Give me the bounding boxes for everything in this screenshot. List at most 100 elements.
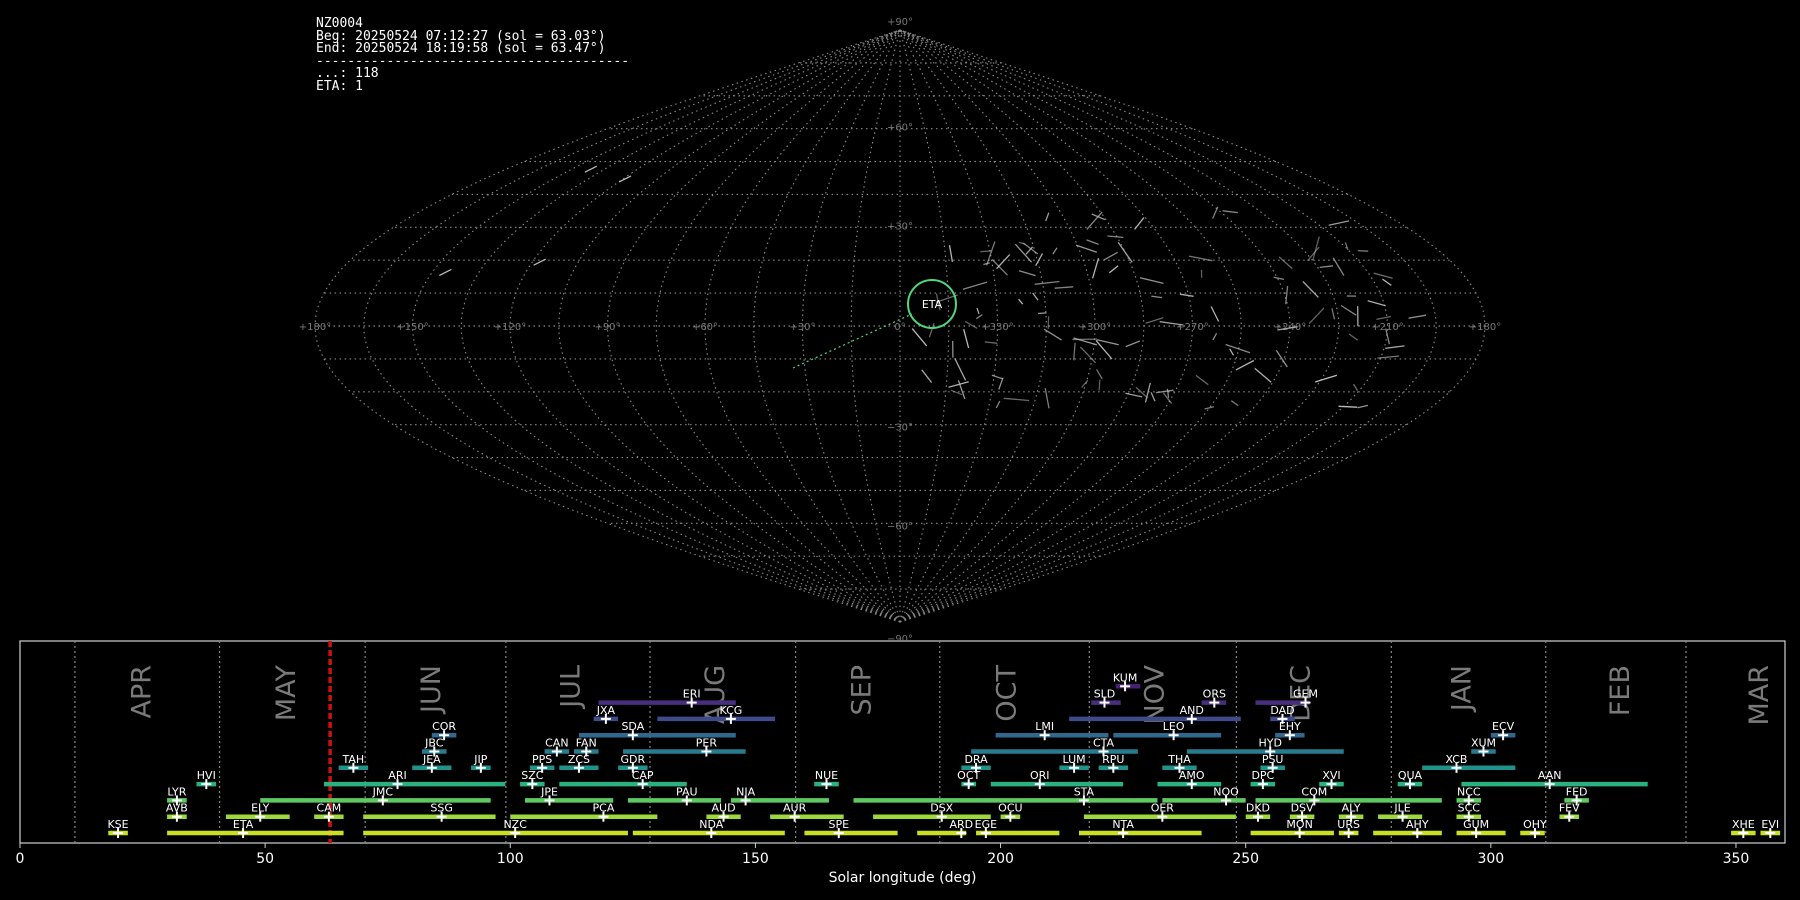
shower-gum[interactable]: GUM: [1456, 818, 1506, 838]
shower-gem[interactable]: GEM: [1255, 688, 1318, 708]
shower-fed[interactable]: FED: [1564, 785, 1589, 806]
shower-avb[interactable]: AVB: [166, 802, 188, 822]
shower-jip[interactable]: JIP: [471, 753, 491, 773]
shower-jxa[interactable]: JXA: [593, 704, 619, 724]
shower-kse[interactable]: KSE: [107, 818, 129, 838]
shower-kcg[interactable]: KCG: [657, 704, 776, 724]
shower-kum[interactable]: KUM: [1113, 671, 1141, 692]
shower-jle[interactable]: JLE: [1378, 802, 1423, 822]
shower-leo[interactable]: LEO: [1113, 720, 1222, 741]
shower-xcb[interactable]: XCB: [1422, 753, 1516, 773]
shower-pps[interactable]: PPS: [529, 753, 555, 773]
shower-ard[interactable]: ARD: [917, 818, 973, 838]
shower-fan[interactable]: FAN: [574, 737, 599, 757]
month-label: AUG: [700, 665, 731, 724]
shower-szc[interactable]: SZC: [520, 769, 545, 790]
shower-jpe[interactable]: JPE: [524, 785, 614, 806]
shower-dkd[interactable]: DKD: [1245, 802, 1271, 822]
shower-cor[interactable]: COR: [431, 720, 457, 741]
shower-aan[interactable]: AAN: [1461, 769, 1648, 790]
shower-dsx[interactable]: DSX: [873, 802, 991, 822]
shower-aud[interactable]: AUD: [706, 802, 741, 822]
sporadic-meteor-trail: [1034, 280, 1060, 285]
shower-jea[interactable]: JEA: [412, 753, 452, 773]
shower-ege[interactable]: EGE: [975, 818, 1060, 838]
shower-ecv[interactable]: ECV: [1490, 720, 1516, 741]
shower-ncc[interactable]: NCC: [1456, 785, 1482, 806]
shower-zcs[interactable]: ZCS: [559, 753, 599, 773]
shower-eri[interactable]: ERI: [598, 688, 736, 708]
shower-rpu[interactable]: RPU: [1098, 753, 1129, 773]
shower-mon[interactable]: MON: [1250, 818, 1334, 838]
shower-nue[interactable]: NUE: [814, 769, 839, 790]
shower-lum[interactable]: LUM: [1059, 753, 1089, 773]
shower-sld[interactable]: SLD: [1091, 688, 1121, 708]
shower-xvi[interactable]: XVI: [1319, 769, 1344, 790]
shower-dpc[interactable]: DPC: [1250, 769, 1276, 790]
shower-gdr[interactable]: GDR: [618, 753, 648, 773]
shower-nda[interactable]: NDA: [632, 818, 785, 838]
shower-code-label: PER: [696, 737, 718, 750]
sporadic-meteor-trail: [584, 165, 598, 173]
shower-lyr[interactable]: LYR: [167, 785, 187, 806]
radiant-marker[interactable]: ETA: [792, 279, 957, 369]
shower-pau[interactable]: PAU: [627, 785, 722, 806]
shower-pca[interactable]: PCA: [510, 802, 658, 822]
shower-nta[interactable]: NTA: [1079, 818, 1202, 838]
shower-jmc[interactable]: JMC: [260, 785, 491, 806]
shower-jbc[interactable]: JBC: [422, 737, 447, 757]
shower-tha[interactable]: THA: [1162, 753, 1197, 773]
shower-ely[interactable]: ELY: [225, 802, 290, 822]
shower-code-label: GEM: [1293, 688, 1318, 701]
shower-hyd[interactable]: HYD: [1186, 737, 1344, 757]
shower-cta[interactable]: CTA: [971, 737, 1138, 757]
shower-nia[interactable]: NIA: [730, 785, 829, 806]
shower-ohy[interactable]: OHY: [1520, 818, 1547, 838]
shower-ssg[interactable]: SSG: [363, 802, 496, 822]
shower-code-label: GDR: [621, 753, 646, 766]
shower-per[interactable]: PER: [623, 737, 746, 757]
shower-can[interactable]: CAN: [544, 737, 570, 757]
sporadic-meteor-trail: [1377, 355, 1400, 359]
shower-noo[interactable]: NOO: [1162, 785, 1246, 806]
shower-urs[interactable]: URS: [1337, 818, 1360, 838]
shower-dra[interactable]: DRA: [961, 753, 991, 773]
shower-xum[interactable]: XUM: [1471, 737, 1496, 757]
shower-xhe[interactable]: XHE: [1731, 818, 1756, 838]
shower-ahy[interactable]: AHY: [1373, 818, 1442, 838]
shower-aly[interactable]: ALY: [1338, 802, 1364, 822]
shower-spe[interactable]: SPE: [804, 818, 898, 838]
shower-ehy[interactable]: EHY: [1275, 720, 1305, 741]
shower-aur[interactable]: AUR: [770, 802, 844, 822]
shower-code-label: FAN: [576, 737, 597, 750]
shower-psu[interactable]: PSU: [1260, 753, 1285, 773]
shower-cam[interactable]: CAM: [314, 802, 344, 822]
x-tick-label: 50: [256, 851, 274, 867]
shower-dad[interactable]: DAD: [1270, 704, 1295, 724]
shower-tah[interactable]: TAH: [338, 753, 369, 773]
shower-oer[interactable]: OER: [1083, 802, 1236, 822]
shower-ari[interactable]: ARI: [323, 769, 506, 790]
shower-dsv[interactable]: DSV: [1289, 802, 1315, 822]
shower-ors[interactable]: ORS: [1201, 688, 1227, 708]
shower-fev[interactable]: FEV: [1559, 802, 1580, 822]
shower-evi[interactable]: EVI: [1760, 818, 1781, 838]
shower-lmi[interactable]: LMI: [995, 720, 1109, 741]
shower-amo[interactable]: AMO: [1157, 769, 1222, 790]
shower-hvi[interactable]: HVI: [196, 769, 217, 790]
shower-ocu[interactable]: OCU: [998, 802, 1023, 822]
shower-eta[interactable]: ETA: [167, 818, 344, 838]
shower-nzc[interactable]: NZC: [363, 818, 628, 838]
shower-cap[interactable]: CAP: [559, 769, 687, 790]
shower-sda[interactable]: SDA: [578, 720, 736, 741]
shower-code-label: PSU: [1262, 753, 1284, 766]
shower-qua[interactable]: QUA: [1397, 769, 1423, 790]
shower-oct[interactable]: OCT: [957, 769, 980, 790]
shower-scc[interactable]: SCC: [1456, 802, 1482, 822]
shower-ori[interactable]: ORI: [990, 769, 1124, 790]
shower-and[interactable]: AND: [1069, 704, 1241, 724]
shower-code-label: COR: [432, 720, 456, 733]
sporadic-meteor-trail: [1054, 286, 1074, 289]
shower-sta[interactable]: STA: [853, 785, 1158, 806]
shower-com[interactable]: COM: [1255, 785, 1442, 806]
